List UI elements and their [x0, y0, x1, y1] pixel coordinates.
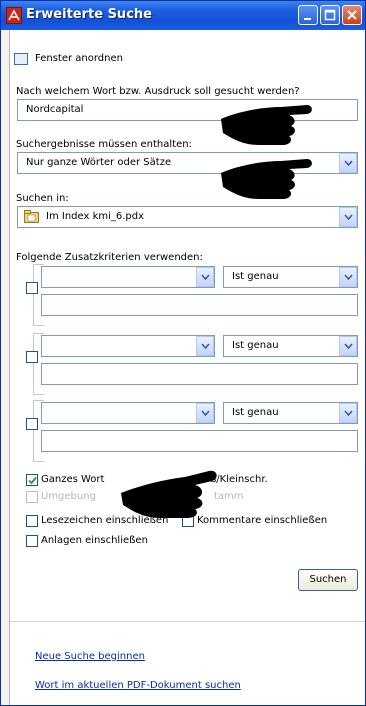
search-in-label: Suchen in:	[16, 193, 69, 204]
pointing-hand-icon	[221, 105, 312, 145]
window-title: Erweiterte Suche	[26, 7, 152, 22]
close-button[interactable]	[342, 5, 362, 25]
search-term-question: Nach welchem Wort bzw. Ausdruck soll ges…	[16, 86, 300, 97]
criteria-1-operator-select[interactable]: Ist genau	[223, 266, 358, 288]
advanced-search-window: Erweiterte Suche Fenster anordnen Nach w…	[0, 0, 366, 706]
criteria-1-value-input[interactable]	[41, 294, 358, 316]
criteria-2-value-input[interactable]	[41, 363, 358, 385]
pointing-hand-icon	[221, 159, 312, 199]
divider	[10, 621, 365, 622]
title-bar: Erweiterte Suche	[1, 1, 365, 30]
chevron-down-icon[interactable]	[196, 336, 214, 356]
chevron-down-icon[interactable]	[339, 403, 357, 423]
acrobat-icon	[6, 7, 22, 24]
criteria-2-operator-value: Ist genau	[232, 340, 279, 351]
results-must-contain-label: Suchergebnisse müssen enthalten:	[16, 139, 192, 150]
pointing-hand-icon	[121, 470, 217, 518]
search-in-value: Im Index kmi_6.pdx	[46, 211, 145, 222]
arrange-window-icon[interactable]	[14, 53, 28, 65]
minimize-button[interactable]	[298, 5, 318, 25]
checkmark-icon	[28, 476, 37, 485]
maximize-button[interactable]	[320, 5, 340, 25]
criteria-1-checkbox[interactable]	[26, 282, 38, 294]
include-attachments-label[interactable]: Anlagen einschließen	[41, 535, 148, 546]
criteria-3-field-select[interactable]	[41, 402, 215, 424]
chevron-down-icon[interactable]	[339, 267, 357, 287]
criteria-2-field-select[interactable]	[41, 335, 215, 357]
criteria-3-checkbox[interactable]	[26, 418, 38, 430]
criteria-1-operator-value: Ist genau	[232, 271, 279, 282]
criteria-label: Folgende Zusatzkriterien verwenden:	[16, 252, 203, 263]
proximity-checkbox[interactable]	[26, 491, 38, 503]
criteria-3-operator-select[interactable]: Ist genau	[223, 402, 358, 424]
include-attachments-checkbox[interactable]	[26, 535, 38, 547]
criteria-2-checkbox[interactable]	[26, 351, 38, 363]
proximity-label: Umgebung	[41, 491, 96, 502]
results-must-contain-value: Nur ganze Wörter oder Sätze	[26, 157, 172, 168]
pdf-index-icon	[24, 210, 39, 223]
criteria-3-operator-value: Ist genau	[232, 407, 279, 418]
include-bookmarks-checkbox[interactable]	[26, 515, 38, 527]
search-button[interactable]: Suchen	[298, 569, 358, 591]
whole-word-label[interactable]: Ganzes Wort	[41, 474, 104, 485]
whole-word-checkbox[interactable]	[26, 474, 38, 486]
search-in-select[interactable]: Im Index kmi_6.pdx	[17, 206, 358, 228]
criteria-3-value-input[interactable]	[41, 430, 358, 452]
chevron-down-icon[interactable]	[339, 153, 357, 173]
criteria-2-operator-select[interactable]: Ist genau	[223, 335, 358, 357]
criteria-1-field-select[interactable]	[41, 266, 215, 288]
new-search-link[interactable]: Neue Suche beginnen	[35, 651, 145, 662]
chevron-down-icon[interactable]	[196, 267, 214, 287]
arrange-window-label[interactable]: Fenster anordnen	[35, 53, 123, 64]
chevron-down-icon[interactable]	[339, 207, 357, 227]
chevron-down-icon[interactable]	[196, 403, 214, 423]
chevron-down-icon[interactable]	[339, 336, 357, 356]
search-current-document-link[interactable]: Wort im aktuellen PDF-Dokument suchen	[35, 680, 241, 691]
